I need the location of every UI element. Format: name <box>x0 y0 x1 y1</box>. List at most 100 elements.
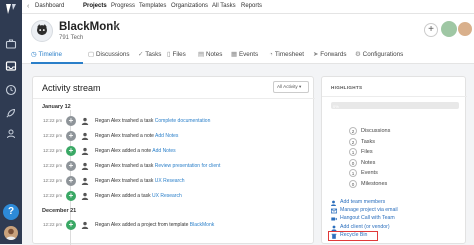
tab-timeline[interactable]: ◷ Timeline <box>31 51 62 58</box>
user-icon <box>81 132 89 140</box>
trashed-icon: + <box>66 131 76 141</box>
event-link[interactable]: Review presentation for client <box>155 163 221 169</box>
event-time: 12:22 pm <box>43 178 63 183</box>
event-link[interactable]: Complete documentation <box>155 118 211 124</box>
check-icon: ✓ <box>138 51 144 58</box>
nav-dashboard[interactable]: Dashboard <box>35 3 64 9</box>
event-link[interactable]: UX Research <box>152 193 182 199</box>
forward-icon: ➤ <box>313 51 319 58</box>
tab-events[interactable]: ▦ Events <box>231 51 258 58</box>
event-description: Regan Alex added a project from template <box>95 222 190 228</box>
event-time: 12:22 pm <box>43 222 63 227</box>
trashed-icon: + <box>66 176 76 186</box>
rocket-icon[interactable] <box>5 107 17 119</box>
tab-files[interactable]: ▯ Files <box>167 51 186 58</box>
project-name: BlackMonk <box>59 21 120 33</box>
event-link[interactable]: Add Notes <box>155 133 178 139</box>
stat-milestones[interactable]: 0 Milestones <box>349 179 449 189</box>
stat-count: 1 <box>349 169 357 177</box>
progress-label: 0% <box>333 104 339 109</box>
team-icon[interactable] <box>5 128 17 140</box>
stat-label: Tasks <box>361 138 376 145</box>
link-add-team-members[interactable]: Add team members <box>331 199 461 207</box>
stat-label: Events <box>361 170 378 176</box>
stat-count: 2 <box>349 127 357 135</box>
divider <box>33 98 315 99</box>
event-text: Regan Alex added a task UX Research <box>95 193 182 199</box>
tab-label: Configurations <box>362 51 404 58</box>
stat-tasks[interactable]: 2 Tasks <box>349 137 449 147</box>
event-text: Regan Alex added a project from template… <box>95 222 214 228</box>
back-arrow-icon[interactable]: ‹ <box>27 3 29 10</box>
event-text: Regan Alex trashed a task Complete docum… <box>95 118 210 124</box>
link-label: Add client (or vendor) <box>340 223 390 230</box>
highlights-title: HIGHLIGHTS <box>331 85 363 90</box>
briefcase-icon[interactable] <box>5 38 17 50</box>
event-description: Regan Alex trashed a note <box>95 133 156 139</box>
tab-configurations[interactable]: ⚙ Configurations <box>355 51 403 58</box>
project-subtitle: 791 Tech <box>59 35 84 41</box>
add-button[interactable]: + <box>424 23 438 37</box>
calendar-icon: ▦ <box>231 51 237 58</box>
user-plus-icon <box>331 200 336 206</box>
inbox-icon[interactable] <box>5 60 17 72</box>
activity-filter-select[interactable]: All Activity ▾ <box>273 81 309 93</box>
stat-label: Notes <box>361 159 376 166</box>
event-link[interactable]: BlackMonk <box>190 222 214 228</box>
sidebar: ? <box>0 0 22 244</box>
nav-projects[interactable]: Projects <box>83 3 107 9</box>
tab-timesheet[interactable]: ◔ Timesheet <box>269 51 304 58</box>
activity-stream-card: Activity stream All Activity ▾ January 1… <box>32 76 315 245</box>
help-button[interactable]: ? <box>3 204 19 220</box>
stat-files[interactable]: 1 Files <box>349 148 449 157</box>
link-label: Hangout Call with Team <box>340 215 395 222</box>
app-logo[interactable] <box>4 3 18 15</box>
event-description: Regan Alex added a task <box>95 193 152 199</box>
activity-event: 12:22 pm + Regan Alex trashed a task Compl… <box>33 116 315 128</box>
nav-all-tasks[interactable]: All Tasks <box>212 3 236 9</box>
tab-label: Events <box>238 51 259 58</box>
tab-label: Files <box>172 51 186 58</box>
divider <box>322 96 467 97</box>
nav-organizations[interactable]: Organizations <box>171 3 208 9</box>
link-label: Add team members <box>340 199 386 205</box>
tab-label: Timeline <box>38 51 63 58</box>
tab-discussions[interactable]: ▢ Discussions <box>88 51 130 58</box>
tab-label: Tasks <box>145 51 162 58</box>
member-avatar[interactable] <box>457 21 473 37</box>
clock-icon[interactable] <box>5 84 17 96</box>
activity-event: 12:22 pm + Regan Alex trashed a task Revie… <box>33 161 315 173</box>
nav-progress[interactable]: Progress <box>111 3 135 9</box>
pin-icon[interactable]: ✎ <box>113 23 119 31</box>
stat-discussions[interactable]: 2 Discussions <box>349 127 449 136</box>
user-icon <box>81 221 89 229</box>
file-icon: ▯ <box>167 51 171 58</box>
stat-notes[interactable]: 0 Notes <box>349 158 449 168</box>
tab-label: Discussions <box>95 51 130 58</box>
note-icon: ▤ <box>198 51 204 58</box>
event-link[interactable]: UX Research <box>155 178 185 184</box>
recycle-bin-highlight <box>328 231 378 241</box>
tab-tasks[interactable]: ✓ Tasks <box>138 51 161 58</box>
link-hangout-call-with-team[interactable]: Hangout Call with Team <box>331 215 461 223</box>
progress-bar <box>331 102 459 109</box>
stat-count: 2 <box>349 137 357 146</box>
member-avatar[interactable] <box>441 21 457 37</box>
project-tabs: ◷ Timeline ▢ Discussions ✓ Tasks ▯ Files ▤ No… <box>22 48 474 64</box>
timer-icon: ◔ <box>269 51 273 58</box>
tab-forwards[interactable]: ➤ Forwards <box>313 51 347 58</box>
nav-templates[interactable]: Templates <box>139 3 166 9</box>
event-time: 12:22 pm <box>43 193 63 198</box>
nav-reports[interactable]: Reports <box>241 3 262 9</box>
link-manage-project-via-email[interactable]: Manage project via email <box>331 207 461 215</box>
tab-notes[interactable]: ▤ Notes <box>198 51 222 58</box>
user-icon <box>81 117 89 125</box>
event-time: 12:22 pm <box>43 163 63 168</box>
clock-icon: ◷ <box>31 51 37 58</box>
user-avatar[interactable] <box>4 226 18 240</box>
event-text: Regan Alex added a note Add Notes <box>95 148 176 154</box>
chat-icon: ▢ <box>88 51 94 58</box>
user-icon <box>81 147 89 155</box>
stat-events[interactable]: 1 Events <box>349 169 449 178</box>
event-link[interactable]: Add Notes <box>152 148 175 154</box>
